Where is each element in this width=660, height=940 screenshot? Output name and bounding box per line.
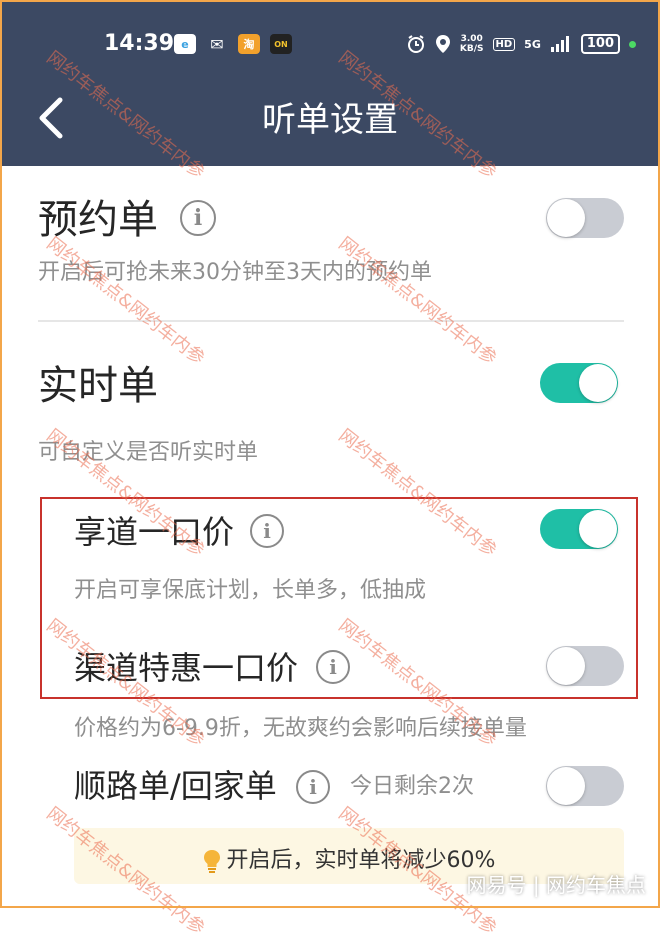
status-time: 14:39: [104, 31, 175, 56]
taobao-icon: 淘: [238, 34, 260, 54]
alarm-icon: [407, 35, 424, 53]
realtime-toggle[interactable]: [540, 363, 618, 403]
channel-fixed-price-desc: 价格约为6-9.9折，无故爽约会影响后续接单量: [74, 716, 527, 741]
battery-icon: 100: [580, 34, 620, 54]
watermark: 网约车焦点&网约车内参: [42, 233, 209, 370]
hd-badge: HD: [492, 37, 516, 51]
info-icon[interactable]: i: [296, 770, 330, 804]
route-home-label: 顺路单/回家单: [74, 767, 277, 805]
info-icon[interactable]: i: [316, 650, 350, 684]
signal-icon: [550, 36, 569, 52]
signal-label: 5G: [524, 37, 541, 51]
ontime-icon: ON: [270, 34, 292, 54]
fixed-price-desc: 开启可享保底计划，长单多，低抽成: [74, 578, 427, 603]
page-title: 听单设置: [262, 100, 398, 140]
charging-dot: [629, 40, 636, 48]
channel-fixed-price-toggle[interactable]: [546, 646, 624, 686]
watermark: 网约车焦点&网约车内参: [334, 233, 501, 370]
app-header: 14:39 e ✉ 淘 ON 3.00 KB/S HD 5G 100 听单设置: [0, 0, 660, 166]
app-e-icon: e: [174, 34, 196, 54]
route-home-toggle[interactable]: [546, 766, 624, 806]
reservation-label: 预约单: [38, 197, 158, 243]
realtime-desc: 可自定义是否听实时单: [38, 440, 259, 465]
realtime-label: 实时单: [38, 363, 158, 409]
net-speed: 3.00 KB/S: [459, 34, 484, 54]
fixed-price-label: 享道一口价: [74, 513, 235, 551]
tip-text: 开启后，实时单将减少60%: [226, 848, 496, 873]
info-icon[interactable]: i: [250, 514, 284, 548]
location-icon: [435, 35, 450, 53]
status-bar: 14:39 e ✉ 淘 ON 3.00 KB/S HD 5G 100: [0, 26, 660, 62]
reservation-toggle[interactable]: [546, 198, 624, 238]
lightbulb-icon: [203, 850, 220, 873]
reservation-desc: 开启后可抢未来30分钟至3天内的预约单: [38, 260, 432, 285]
fixed-price-toggle[interactable]: [540, 509, 618, 549]
remaining-count: 今日剩余2次: [350, 774, 474, 799]
channel-fixed-price-label: 渠道特惠一口价: [74, 649, 299, 687]
wechat-icon: ✉: [210, 34, 224, 54]
info-icon[interactable]: i: [180, 200, 216, 236]
divider: [38, 320, 624, 322]
corner-watermark: 网易号 | 网约车焦点: [466, 873, 646, 897]
